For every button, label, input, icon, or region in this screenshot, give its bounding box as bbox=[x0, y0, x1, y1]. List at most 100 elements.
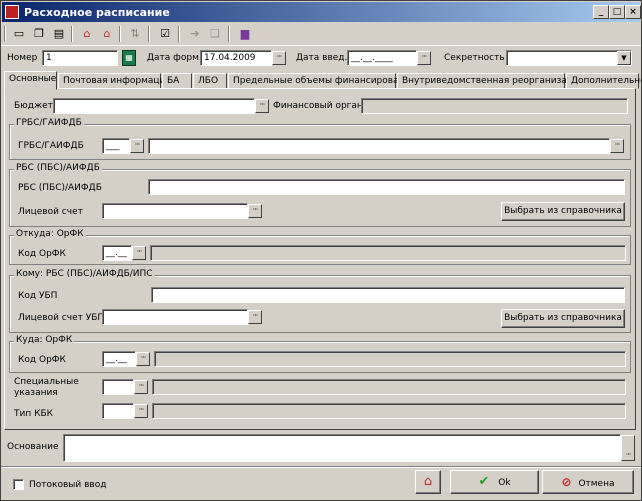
fin-organ-input bbox=[361, 98, 628, 114]
osnovanie-textarea[interactable] bbox=[63, 434, 621, 462]
calculator-icon[interactable]: ▦ bbox=[122, 50, 136, 66]
toolbar-separator bbox=[178, 26, 180, 42]
refresh-icon[interactable]: ⇅ bbox=[126, 26, 144, 42]
tab-osnovnye[interactable]: Основные bbox=[4, 71, 57, 90]
budget-label: Бюджет bbox=[14, 101, 53, 111]
sekretnost-select[interactable] bbox=[506, 50, 632, 66]
otkuda-code-input[interactable]: __.__ bbox=[102, 245, 132, 261]
title-bar[interactable]: Расходное расписание _ □ × bbox=[2, 2, 641, 22]
grbs-code-input[interactable]: ___ bbox=[102, 138, 130, 154]
toolbar-separator bbox=[228, 26, 230, 42]
tip-kbk-code-input[interactable] bbox=[102, 403, 134, 419]
window: Расходное расписание _ □ × ▭ ❐ ▤ ⌂ ⌂ ⇅ ☑… bbox=[0, 0, 642, 501]
house-down-icon[interactable]: ⌂ bbox=[98, 26, 116, 42]
komu-group-label: Кому: РБС (ПБС)/АИФДБ/ИПС bbox=[14, 269, 155, 279]
no-entry-icon: ⊘ bbox=[561, 475, 572, 489]
house-icon[interactable]: ⌂ bbox=[415, 470, 441, 494]
tab-dopolnitelno[interactable]: Дополнительно bbox=[566, 73, 641, 89]
house-up-icon[interactable]: ⌂ bbox=[78, 26, 96, 42]
maximize-button[interactable]: □ bbox=[609, 5, 625, 19]
data-vved-input[interactable]: __.__.____ bbox=[347, 50, 417, 66]
footer-divider bbox=[1, 466, 641, 468]
licevoy-ubp-label: Лицевой счет УБП bbox=[18, 313, 105, 323]
otkuda-name-input bbox=[150, 245, 626, 261]
tab-pochtovaya[interactable]: Почтовая информация bbox=[58, 73, 171, 89]
otkuda-group-label: Откуда: ОрФК bbox=[14, 229, 86, 239]
toolbar: ▭ ❐ ▤ ⌂ ⌂ ⇅ ☑ ➔ ❏ ▆ bbox=[1, 23, 641, 46]
kuda-name-input bbox=[154, 351, 626, 367]
tip-kbk-label: Тип КБК bbox=[14, 409, 54, 419]
grbs-group-label: ГРБС/ГАИФДБ bbox=[14, 118, 84, 128]
toolbar-separator bbox=[119, 26, 121, 42]
toolbar-separator bbox=[71, 26, 73, 42]
book-icon[interactable]: ▆ bbox=[236, 26, 254, 42]
grbs-name-input[interactable] bbox=[148, 138, 610, 154]
window-title: Расходное расписание bbox=[24, 6, 170, 19]
grbs-label: ГРБС/ГАИФДБ bbox=[18, 141, 84, 151]
grbs-name-picker-button[interactable]: ··· bbox=[610, 139, 624, 153]
chevron-down-icon[interactable]: ▼ bbox=[617, 51, 631, 65]
rbs-group-label: РБС (ПБС)/АИФДБ bbox=[14, 163, 102, 173]
kuda-group-label: Куда: ОрФК bbox=[14, 335, 75, 345]
licevoy-ubp-input[interactable] bbox=[102, 309, 248, 325]
ubp-label: Код УБП bbox=[18, 291, 58, 301]
potok-label: Потоковый ввод bbox=[29, 480, 107, 490]
cancel-button[interactable]: ⊘ Отмена bbox=[542, 470, 634, 494]
tab-lbo[interactable]: ЛБО bbox=[193, 73, 227, 89]
tip-kbk-picker-button[interactable]: ··· bbox=[134, 404, 148, 418]
nomer-input[interactable]: 1 bbox=[42, 50, 118, 66]
tab-bar: Основные Почтовая информация БА ЛБО Пред… bbox=[4, 71, 641, 90]
data-vved-picker-button[interactable]: ··· bbox=[417, 51, 431, 65]
licevoy-input[interactable] bbox=[102, 203, 248, 219]
osnovanie-label: Основание bbox=[7, 442, 59, 452]
kuda-code-input[interactable]: __.__ bbox=[102, 351, 136, 367]
data-form-picker-button[interactable]: ··· bbox=[272, 51, 286, 65]
licevoy-picker-button[interactable]: ··· bbox=[248, 204, 262, 218]
rbs-label: РБС (ПБС)/АИФДБ bbox=[18, 183, 102, 193]
fin-organ-label: Финансовый орган bbox=[273, 101, 363, 111]
document-icon[interactable]: ❏ bbox=[206, 26, 224, 42]
minimize-button[interactable]: _ bbox=[593, 5, 609, 19]
ok-button[interactable]: ✔ Ok bbox=[450, 470, 539, 494]
ok-label: Ok bbox=[498, 478, 511, 488]
print-icon[interactable]: ▤ bbox=[50, 26, 68, 42]
rbs-input[interactable] bbox=[148, 179, 625, 195]
tip-kbk-name-input bbox=[152, 403, 626, 419]
app-icon bbox=[5, 5, 19, 19]
nomer-label: Номер bbox=[7, 53, 38, 63]
spec-name-input bbox=[152, 379, 626, 395]
licevoy-label: Лицевой счет bbox=[18, 207, 83, 217]
checklist-icon[interactable]: ☑ bbox=[156, 26, 174, 42]
otkuda-label: Код ОрФК bbox=[18, 249, 66, 259]
ubp-input[interactable] bbox=[151, 287, 625, 303]
grbs-picker-button[interactable]: ··· bbox=[130, 139, 144, 153]
sekretnost-label: Секретность bbox=[444, 53, 505, 63]
toolbar-separator bbox=[4, 26, 6, 42]
kuda-label: Код ОрФК bbox=[18, 355, 66, 365]
close-button[interactable]: × bbox=[625, 5, 641, 19]
tab-predelnye[interactable]: Предельные объемы финансирования bbox=[228, 73, 416, 89]
budget-input[interactable] bbox=[53, 98, 255, 114]
data-form-label: Дата форм. bbox=[147, 53, 202, 63]
potok-checkbox[interactable] bbox=[13, 479, 24, 490]
spec-picker-button[interactable]: ··· bbox=[134, 380, 148, 394]
select-from-directory-button-1[interactable]: Выбрать из справочника bbox=[501, 202, 625, 221]
spec-code-input[interactable] bbox=[102, 379, 134, 395]
select-from-directory-button-2[interactable]: Выбрать из справочника bbox=[501, 309, 625, 328]
otkuda-picker-button[interactable]: ··· bbox=[132, 246, 146, 260]
tab-ba[interactable]: БА bbox=[162, 73, 192, 89]
data-form-input[interactable]: 17.04.2009 bbox=[200, 50, 272, 66]
licevoy-ubp-picker-button[interactable]: ··· bbox=[248, 310, 262, 324]
forward-icon[interactable]: ➔ bbox=[186, 26, 204, 42]
checkmark-icon: ✔ bbox=[478, 474, 490, 489]
kuda-picker-button[interactable]: ··· bbox=[136, 352, 150, 366]
spec-label: Специальные указания bbox=[14, 377, 79, 398]
data-vved-label: Дата введ. bbox=[296, 53, 348, 63]
copy-icon[interactable]: ❐ bbox=[30, 26, 48, 42]
budget-picker-button[interactable]: ··· bbox=[255, 99, 269, 113]
toolbar-separator bbox=[148, 26, 150, 42]
cancel-label: Отмена bbox=[578, 479, 615, 489]
tab-reorganizaciya[interactable]: Внутриведомственная реорганизация bbox=[397, 73, 584, 89]
save-icon[interactable]: ▭ bbox=[10, 26, 28, 42]
osnovanie-picker-button[interactable]: ··· bbox=[621, 435, 635, 461]
